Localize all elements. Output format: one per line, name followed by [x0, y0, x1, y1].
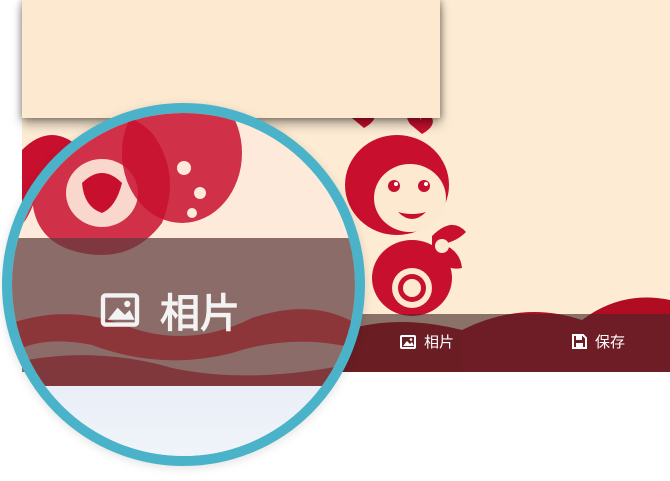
magnified-photo-label: 相片: [160, 291, 240, 337]
save-button-label: 保存: [595, 333, 626, 351]
image-icon: [100, 293, 140, 327]
magnified-below-area: [12, 386, 355, 456]
paper-note-card: [22, 0, 440, 118]
save-icon: [572, 334, 587, 349]
save-button[interactable]: 保存: [572, 331, 625, 352]
photo-button[interactable]: 相片: [400, 331, 454, 352]
magnified-photo-button: 相片: [100, 281, 240, 339]
magnifier-callout: 相片: [2, 103, 365, 466]
photo-button-label: 相片: [424, 333, 455, 351]
image-icon: [400, 334, 416, 349]
